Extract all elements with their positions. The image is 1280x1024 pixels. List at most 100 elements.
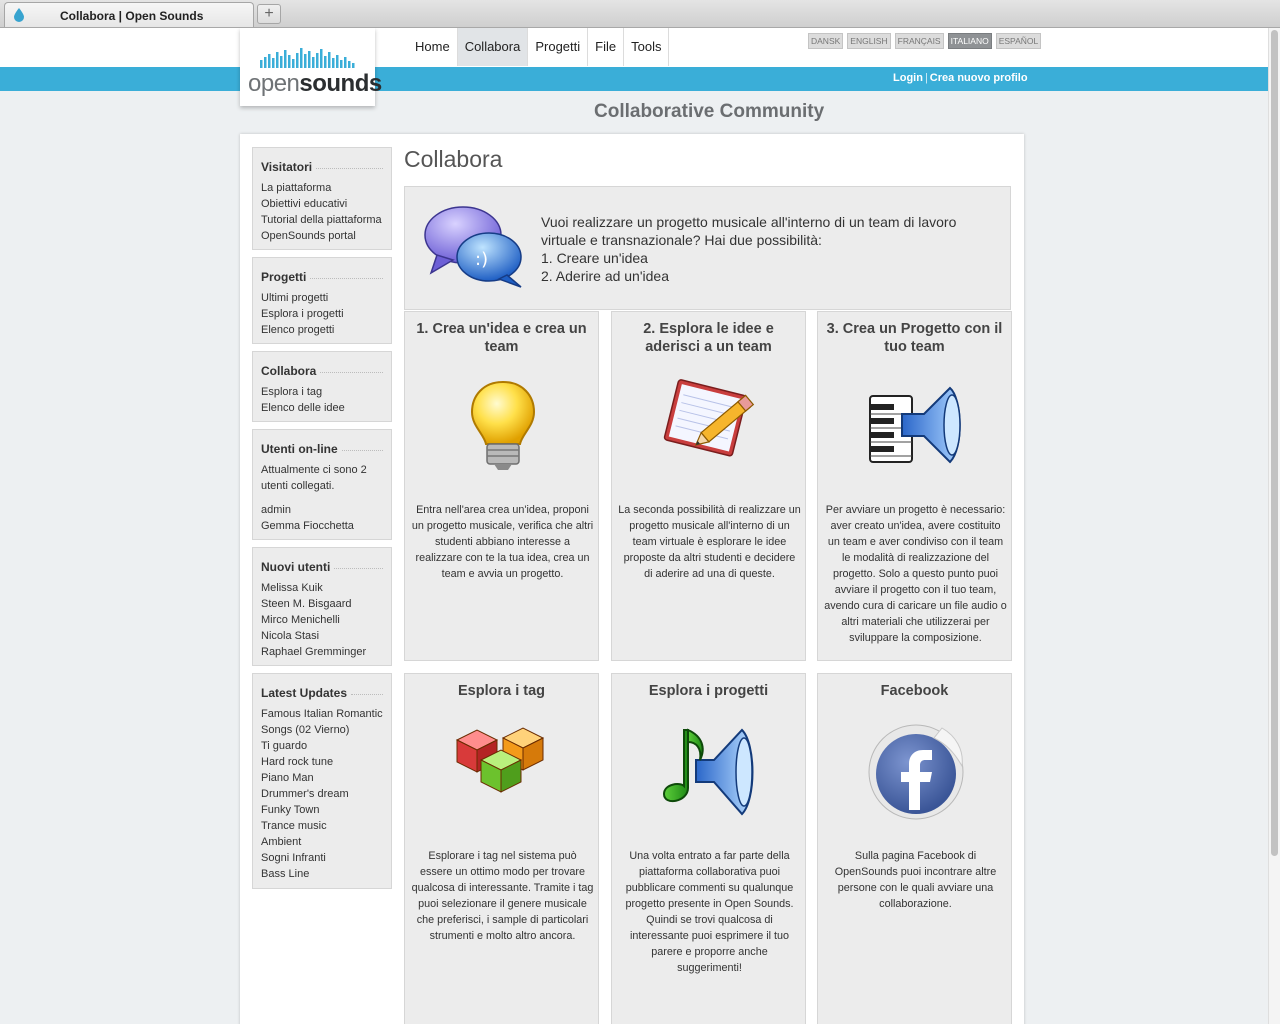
title-rule bbox=[351, 693, 383, 695]
intro-box: :) Vuoi realizzare un progetto musicale … bbox=[404, 186, 1011, 310]
site-tagline: Collaborative Community bbox=[594, 101, 825, 122]
sidebar-link[interactable]: admin bbox=[261, 502, 391, 518]
sidebar-link[interactable]: Nicola Stasi bbox=[261, 628, 391, 644]
piano-speaker-icon[interactable] bbox=[818, 378, 1013, 473]
sidebar-link[interactable]: Steen M. Bisgaard bbox=[261, 596, 391, 612]
sidebar-link[interactable]: OpenSounds portal bbox=[261, 228, 391, 244]
sidebar-box-3: Utenti on-line Attualmente ci sono 2 utent… bbox=[252, 429, 392, 540]
browser-tab[interactable]: Collabora | Open Sounds bbox=[4, 2, 254, 27]
card-title[interactable]: 1. Crea un'idea e crea un team bbox=[405, 320, 598, 356]
language-english[interactable]: ENGLISH bbox=[847, 33, 891, 49]
sidebar-link[interactable]: Ti guardo bbox=[261, 738, 391, 754]
sidebar-box-2: Collabora Esplora i tag Elenco delle idee bbox=[252, 351, 392, 422]
new-tab-button[interactable]: + bbox=[257, 4, 281, 24]
music-note-speaker-icon[interactable] bbox=[612, 722, 807, 823]
sidebar-link[interactable]: Drummer's dream bbox=[261, 786, 391, 802]
language-switcher: DANSK ENGLISH FRANÇAIS ITALIANO ESPAÑOL bbox=[808, 33, 1042, 49]
sidebar-link[interactable]: Esplora i tag bbox=[261, 384, 391, 400]
cubes-icon[interactable] bbox=[405, 722, 600, 803]
sidebar-link[interactable]: Bass Line bbox=[261, 866, 391, 882]
sidebar-link[interactable]: Mirco Menichelli bbox=[261, 612, 391, 628]
language-dansk[interactable]: DANSK bbox=[808, 33, 844, 49]
language-français[interactable]: FRANÇAIS bbox=[894, 33, 944, 49]
sidebar-link[interactable]: Esplora i progetti bbox=[261, 306, 391, 322]
browser-tab-title: Collabora | Open Sounds bbox=[60, 9, 204, 23]
card-title[interactable]: Esplora i tag bbox=[405, 682, 598, 700]
feature-card-6[interactable]: Facebook Sulla pagina Facebook di OpenSou… bbox=[817, 673, 1012, 1024]
logo-sounds: sounds bbox=[299, 70, 382, 97]
sidebar-link[interactable]: Elenco delle idee bbox=[261, 400, 391, 416]
sidebar-box-title-text: Utenti on-line bbox=[261, 442, 338, 456]
intro-line: 1. Creare un'idea bbox=[541, 250, 648, 266]
language-español[interactable]: ESPAÑOL bbox=[995, 33, 1042, 49]
sidebar-link[interactable]: Gemma Fiocchetta bbox=[261, 518, 391, 534]
svg-text::): :) bbox=[475, 249, 488, 270]
nav-item-progetti[interactable]: Progetti bbox=[528, 28, 589, 66]
main-nav: Home Collabora Progetti File Tools bbox=[408, 28, 670, 66]
feature-card-4[interactable]: Esplora i tag Esplorare i tag nel sistema… bbox=[404, 673, 599, 1024]
logo-open: open bbox=[248, 70, 300, 97]
card-description: La seconda possibilità di realizzare un … bbox=[618, 504, 801, 580]
sidebar-link[interactable]: Sogni Infranti bbox=[261, 850, 391, 866]
card-title[interactable]: Facebook bbox=[818, 682, 1011, 700]
sidebar-box-title-text: Latest Updates bbox=[261, 686, 348, 700]
nav-item-tools[interactable]: Tools bbox=[624, 28, 670, 66]
intro-line: virtuale e transnazionale? Hai due possi… bbox=[541, 232, 822, 248]
language-italiano[interactable]: ITALIANO bbox=[947, 33, 992, 49]
accent-bar bbox=[0, 67, 1268, 91]
facebook-icon[interactable] bbox=[818, 722, 1013, 827]
signup-link[interactable]: Crea nuovo profilo bbox=[930, 72, 1028, 84]
card-description: Sulla pagina Facebook di OpenSounds puoi… bbox=[834, 850, 997, 910]
sidebar-box-lines: Attualmente ci sono 2 utenti collegati. ad… bbox=[261, 462, 391, 534]
sidebar-link[interactable]: Raphael Gremminger bbox=[261, 644, 391, 660]
sidebar-link[interactable]: Ambient bbox=[261, 834, 391, 850]
sidebar-link[interactable]: Melissa Kuik bbox=[261, 580, 391, 596]
title-rule bbox=[320, 371, 383, 373]
nav-item-home[interactable]: Home bbox=[408, 28, 458, 66]
card-title[interactable]: Esplora i progetti bbox=[612, 682, 805, 700]
lightbulb-icon[interactable] bbox=[405, 378, 600, 479]
feature-card-3[interactable]: 3. Crea un Progetto con il tuo team Per a… bbox=[817, 311, 1012, 661]
sidebar-box-title: Progetti bbox=[261, 270, 391, 284]
sidebar-link[interactable]: Funky Town bbox=[261, 802, 391, 818]
notepad-pencil-icon[interactable] bbox=[612, 378, 807, 467]
site-logo[interactable]: opensounds bbox=[240, 28, 382, 106]
sidebar-box-lines: Famous Italian Romantic Songs (02 Vierno… bbox=[261, 706, 391, 882]
sidebar-box-4: Nuovi utenti Melissa Kuik Steen M. Bisgaar… bbox=[252, 547, 392, 666]
card-description: Esplorare i tag nel sistema può essere u… bbox=[411, 850, 594, 942]
card-title[interactable]: 2. Esplora le idee e aderisci a un team bbox=[612, 320, 805, 356]
feature-card-1[interactable]: 1. Crea un'idea e crea un team Entra nell… bbox=[404, 311, 599, 661]
sidebar-link[interactable]: Trance music bbox=[261, 818, 391, 834]
title-rule bbox=[341, 449, 383, 451]
sidebar-link[interactable]: Ultimi progetti bbox=[261, 290, 391, 306]
sidebar-link[interactable]: Obiettivi educativi bbox=[261, 196, 391, 212]
sidebar-link[interactable]: La piattaforma bbox=[261, 180, 391, 196]
sidebar-box-5: Latest Updates Famous Italian Romantic So… bbox=[252, 673, 392, 889]
vertical-scrollbar[interactable] bbox=[1268, 28, 1280, 1024]
sidebar-box-title-text: Nuovi utenti bbox=[261, 560, 331, 574]
login-link[interactable]: Login bbox=[893, 72, 923, 84]
sidebar-box-title: Visitatori bbox=[261, 160, 391, 174]
nav-item-file[interactable]: File bbox=[588, 28, 625, 66]
sidebar-box-1: Progetti Ultimi progetti Esplora i progett… bbox=[252, 257, 392, 344]
sidebar-link[interactable]: Famous Italian Romantic Songs (02 Vierno… bbox=[261, 706, 386, 738]
card-description: Per avviare un progetto è necessario: av… bbox=[824, 504, 1007, 644]
sidebar-text: utenti collegati. bbox=[261, 480, 335, 492]
sidebar-link[interactable]: Tutorial della piattaforma bbox=[261, 212, 391, 228]
feature-card-5[interactable]: Esplora i progetti Una volta entrato a fa… bbox=[611, 673, 806, 1024]
sidebar-box-lines: Esplora i tag Elenco delle idee bbox=[261, 384, 391, 416]
page-title: Collabora bbox=[404, 146, 503, 172]
card-title[interactable]: 3. Crea un Progetto con il tuo team bbox=[818, 320, 1011, 356]
sidebar-box-title: Collabora bbox=[261, 364, 391, 378]
scrollbar-thumb[interactable] bbox=[1271, 30, 1278, 856]
sidebar-link[interactable]: Piano Man bbox=[261, 770, 391, 786]
sidebar-link[interactable]: Hard rock tune bbox=[261, 754, 391, 770]
title-rule bbox=[310, 277, 383, 279]
nav-item-collabora[interactable]: Collabora bbox=[457, 28, 529, 66]
feature-card-2[interactable]: 2. Esplora le idee e aderisci a un team L… bbox=[611, 311, 806, 661]
intro-line: 2. Aderire ad un'idea bbox=[541, 268, 669, 284]
equalizer-logo-icon bbox=[260, 48, 355, 68]
main-panel: Visitatori La piattaforma Obiettivi educat… bbox=[240, 134, 1024, 1024]
sidebar-link[interactable]: Elenco progetti bbox=[261, 322, 391, 338]
